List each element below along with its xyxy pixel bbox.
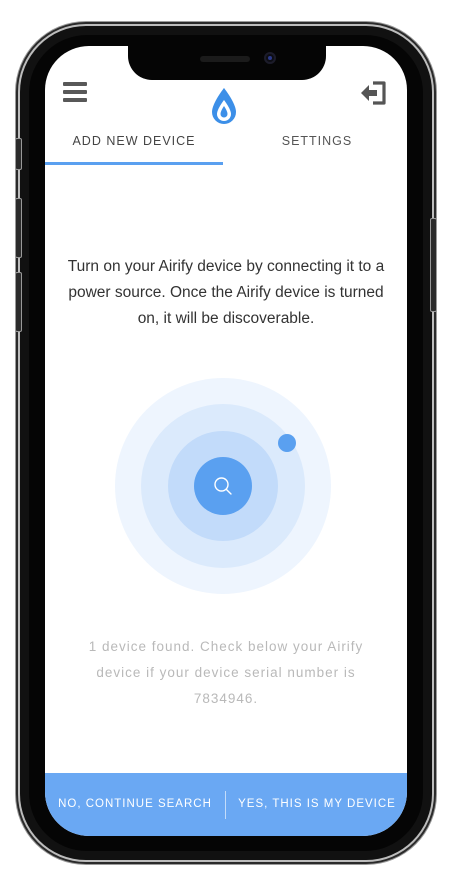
water-drop-icon [212, 88, 236, 124]
action-divider [225, 791, 226, 819]
active-tab-indicator [45, 162, 223, 165]
search-icon[interactable] [212, 475, 234, 497]
front-camera [264, 52, 276, 64]
action-bar: NO, CONTINUE SEARCH YES, THIS IS MY DEVI… [45, 773, 407, 836]
device-scan-radar [115, 378, 331, 594]
phone-notch [128, 46, 326, 80]
continue-search-button[interactable]: NO, CONTINUE SEARCH [45, 773, 225, 836]
tab-settings[interactable]: SETTINGS [227, 124, 407, 164]
mute-switch [15, 138, 22, 170]
logout-icon[interactable] [359, 80, 387, 106]
tab-bar: ADD NEW DEVICE SETTINGS [45, 124, 407, 166]
confirm-device-button[interactable]: YES, THIS IS MY DEVICE [227, 773, 407, 836]
tab-add-new-device[interactable]: ADD NEW DEVICE [45, 124, 223, 164]
device-found-message: 1 device found. Check below your Airify … [88, 639, 364, 706]
found-device-dot[interactable] [278, 434, 296, 452]
instructions-text: Turn on your Airify device by connecting… [67, 258, 385, 327]
power-button [430, 218, 437, 312]
volume-down-button [15, 272, 22, 332]
app-screen: ADD NEW DEVICE SETTINGS Turn on your Air… [45, 46, 407, 836]
volume-up-button [15, 198, 22, 258]
phone-speaker [200, 56, 250, 62]
hamburger-menu-icon[interactable] [63, 82, 87, 102]
device-mockup: ADD NEW DEVICE SETTINGS Turn on your Air… [0, 0, 450, 880]
